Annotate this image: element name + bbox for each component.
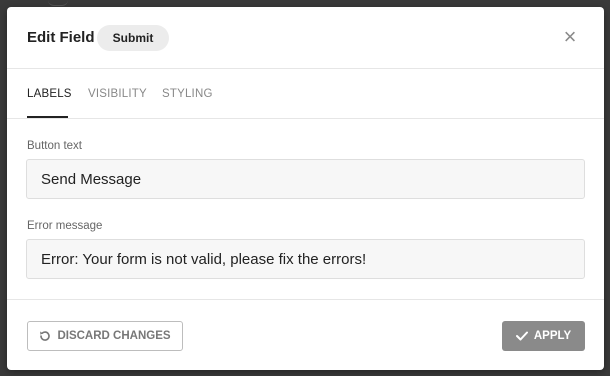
active-tab-indicator xyxy=(27,116,68,118)
dialog-title: Edit Field xyxy=(27,29,95,46)
close-icon[interactable]: × xyxy=(560,26,580,48)
error-message-input[interactable] xyxy=(26,239,585,279)
field-type-pill: Submit xyxy=(97,25,169,51)
apply-label: APPLY xyxy=(533,330,572,342)
tab-labels[interactable]: LABELS xyxy=(27,88,72,100)
discard-changes-label: DISCARD CHANGES xyxy=(57,330,171,342)
tab-bar: LABELS VISIBILITY STYLING xyxy=(7,69,604,119)
check-icon xyxy=(515,331,528,341)
discard-changes-button[interactable]: DISCARD CHANGES xyxy=(27,321,183,351)
tab-visibility[interactable]: VISIBILITY xyxy=(88,88,147,100)
button-text-input[interactable] xyxy=(26,159,585,199)
dialog-header: Edit Field Submit × xyxy=(7,7,604,69)
apply-button[interactable]: APPLY xyxy=(502,321,585,351)
backdrop-decoration xyxy=(48,0,68,6)
button-text-label: Button text xyxy=(27,140,82,152)
dialog-footer: DISCARD CHANGES APPLY xyxy=(7,299,604,370)
undo-icon xyxy=(39,330,51,342)
error-message-label: Error message xyxy=(27,220,103,232)
edit-field-dialog: Edit Field Submit × LABELS VISIBILITY ST… xyxy=(7,7,604,370)
tab-styling[interactable]: STYLING xyxy=(162,88,213,100)
